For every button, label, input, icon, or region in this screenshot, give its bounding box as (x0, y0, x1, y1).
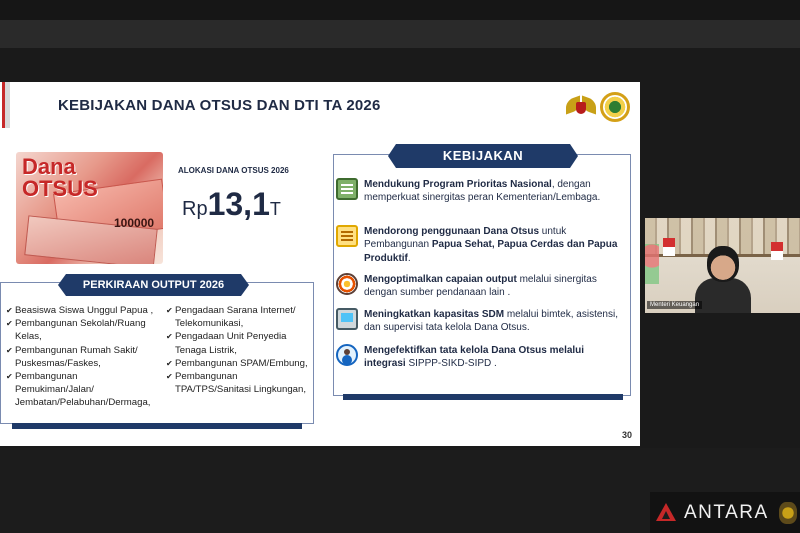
kebijakan-item: Mengoptimalkan capaian output melalui si… (336, 273, 626, 300)
output-list-left: ✔ Beasiswa Siswa Unggul Papua , ✔ Pembangu… (6, 304, 158, 410)
kebijakan-header: KEBIJAKAN (388, 144, 578, 168)
kebijakan-item: Meningkatkan kapasitas SDM melalui bimte… (336, 308, 626, 335)
list-item: ✔ Pengadaan Unit Penyedia Tenaga Listrik, (166, 331, 287, 356)
kebijakan-footer-bar (343, 394, 623, 400)
top-black-band (0, 0, 800, 20)
list-item: ✔ Pembangunan Sekolah/Ruang Kelas, (6, 318, 146, 343)
speaker-video[interactable]: Menteri Keuangan (645, 218, 800, 313)
check-icon: ✔ (6, 372, 13, 382)
list-item: ✔ Beasiswa Siswa Unggul Papua , (6, 305, 154, 316)
output-header: PERKIRAAN OUTPUT 2026 (58, 274, 249, 296)
check-icon: ✔ (6, 319, 13, 329)
check-icon: ✔ (166, 306, 173, 315)
dpr-seal-icon (778, 501, 797, 524)
check-icon: ✔ (6, 306, 13, 315)
output-footer-bar (12, 423, 302, 429)
flower-decoration (645, 244, 659, 284)
list-item: ✔ Pembangunan TPA/TPS/Sanitasi Lingkungan… (166, 371, 307, 396)
book-icon (336, 178, 358, 200)
antara-watermark: ANTARA (650, 492, 800, 533)
allocation-currency: Rp (182, 198, 208, 220)
list-item: ✔ Pengadaan Sarana Internet/ Telekomunika… (166, 305, 296, 330)
output-list-right: ✔ Pengadaan Sarana Internet/ Telekomunika… (166, 304, 312, 396)
indonesia-flag-icon (663, 238, 675, 256)
top-gray-band (0, 20, 800, 48)
list-item: ✔ Pembangunan Rumah Sakit/ Puskesmas/Fask… (6, 344, 138, 369)
page-number: 30 (622, 430, 633, 440)
indonesia-flag-icon (771, 242, 783, 260)
watermark-text: ANTARA (684, 501, 769, 523)
list-item: ✔ Pembangunan SPAM/Embung, (166, 357, 308, 369)
laptop-icon (336, 308, 358, 330)
person-icon (336, 344, 358, 366)
kebijakan-item: Mendorong penggunaan Dana Otsus untuk Pe… (336, 225, 626, 265)
speaker-name-tag: Menteri Keuangan (647, 301, 703, 309)
list-item: ✔ Pembangunan Pemukiman/Jalan/ Jembatan/P… (6, 371, 151, 409)
antara-logo-icon (654, 501, 682, 525)
check-icon: ✔ (166, 332, 173, 342)
image-label-otsus: OTSUS (22, 176, 98, 201)
slide-content: Dana OTSUS 100000 ALOKASI DANA OTSUS 202… (0, 82, 640, 446)
banknote-value: 100000 (114, 216, 155, 230)
allocation-label: ALOKASI DANA OTSUS 2026 (178, 166, 289, 175)
check-icon: ✔ (166, 358, 173, 368)
document-icon (336, 225, 358, 247)
allocation-value: Rp13,1T (182, 186, 281, 223)
check-icon: ✔ (6, 345, 13, 355)
dana-otsus-image: Dana OTSUS 100000 (16, 152, 163, 264)
kebijakan-item: Mengefektifkan tata kelola Dana Otsus me… (336, 344, 626, 371)
image-label-dana: Dana (22, 154, 76, 179)
kebijakan-item: Mendukung Program Prioritas Nasional, de… (336, 178, 626, 205)
target-icon (336, 273, 358, 295)
speaker-body (695, 278, 751, 313)
check-icon: ✔ (166, 372, 173, 382)
allocation-unit: T (269, 199, 281, 219)
allocation-amount: 13,1 (207, 186, 270, 222)
speaker-head (707, 246, 739, 282)
